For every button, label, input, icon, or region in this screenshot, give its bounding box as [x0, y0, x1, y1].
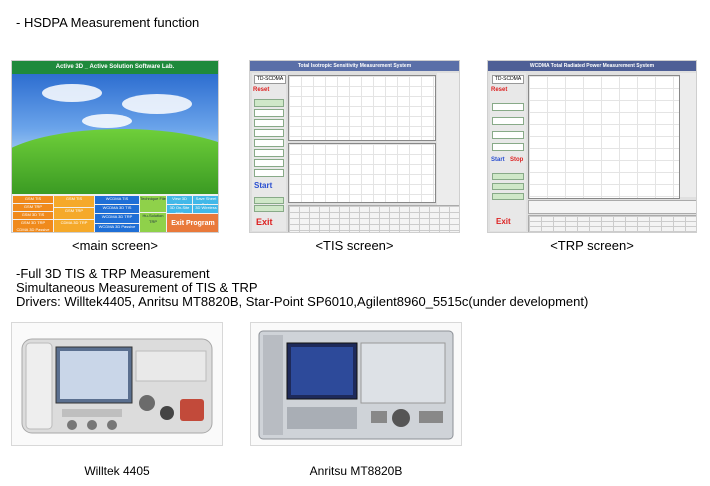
tis-start-button[interactable]: Start: [254, 181, 272, 190]
willtek-caption: Willtek 4405: [84, 464, 150, 478]
trp-right-strip: [680, 73, 696, 197]
trp-exit-button[interactable]: Exit: [496, 217, 511, 226]
main-screen-title-bar: Active 3D _ Active Solution Software Lab…: [12, 61, 218, 74]
gsm-tis-button[interactable]: GSM TIS: [13, 196, 53, 203]
gsm-trp-button[interactable]: GSM TRP: [13, 204, 53, 211]
wcdma-3d-passive-button[interactable]: WCDMA 3D Passive: [95, 224, 139, 232]
tis-window-title: Total Isotropic Sensitivity Measurement …: [250, 61, 459, 71]
trp-start-button[interactable]: Start: [491, 157, 505, 163]
view-3d-graph-button[interactable]: View 3D Graph: [167, 196, 192, 204]
feature-line-1: -Full 3D TIS & TRP Measurement: [16, 266, 210, 281]
tis-screen-thumbnail: Total Isotropic Sensitivity Measurement …: [249, 60, 460, 233]
trp-window-title: WCDMA Total Radiated Power Measurement S…: [488, 61, 696, 71]
trp-status-bar: [528, 200, 696, 214]
technique-file-button[interactable]: Technique File: [140, 196, 166, 212]
trp-left-panel: TD-SCDMA Reset Start Stop Exit: [490, 73, 526, 231]
willtek-4405-photo: [11, 322, 223, 446]
wcdma-tis-button[interactable]: WCDMA TIS: [95, 196, 139, 204]
tis-table-area: [288, 205, 459, 232]
anritsu-device-illustration: [258, 330, 454, 440]
cdma-3d-passive-button[interactable]: CDMA 3D Passive: [13, 227, 53, 232]
gsm-tis-2-button[interactable]: GSM TIS: [54, 196, 94, 207]
tis-mode-label: TD-SCDMA: [254, 75, 286, 84]
tis-graph-lower: [288, 143, 436, 203]
willtek-device-illustration: [21, 338, 213, 434]
trp-mode-label: TD-SCDMA: [492, 75, 524, 84]
tis-exit-button[interactable]: Exit: [256, 217, 273, 227]
trp-reset-button[interactable]: Reset: [491, 87, 507, 93]
tis-reset-button[interactable]: Reset: [253, 87, 269, 93]
save-sheet-data-button[interactable]: Save Sheet Data: [193, 196, 218, 204]
gsm-trp-2-button[interactable]: GSM TRP: [54, 208, 94, 219]
anritsu-mt8820b-photo: [250, 322, 462, 446]
wcdma-3d-trp-button[interactable]: WCDMA 3D TRP: [95, 214, 139, 223]
exit-program-button[interactable]: Exit Program: [167, 214, 218, 232]
trp-graph: [528, 75, 680, 199]
feature-line-2: Simultaneous Measurement of TIS & TRP: [16, 280, 258, 295]
tis-right-strip: [437, 73, 459, 207]
hu-solution-trp-button[interactable]: Hu-Solution TRP: [140, 213, 166, 232]
trp-table-area: [528, 215, 696, 232]
trp-screen-thumbnail: WCDMA Total Radiated Power Measurement S…: [487, 60, 697, 233]
feature-line-3: Drivers: Willtek4405, Anritsu MT8820B, S…: [16, 294, 589, 309]
tis-left-panel: TD-SCDMA Reset Start Exit: [252, 73, 286, 231]
gsm-3d-trp-button[interactable]: GSM 3D TRP: [13, 220, 53, 227]
3d-wireless-button[interactable]: 3D Wireless: [193, 205, 218, 213]
wcdma-3d-tis-button[interactable]: WCDMA 3D TIS: [95, 205, 139, 213]
main-screen-thumbnail: Active 3D _ Active Solution Software Lab…: [11, 60, 219, 233]
gsm-3d-tis-button[interactable]: GSM 3D TIS: [13, 212, 53, 219]
wallpaper: [12, 74, 218, 209]
on-site-trp-button[interactable]: 3D On-Site TRP: [167, 205, 192, 213]
trp-stop-button[interactable]: Stop: [510, 157, 523, 163]
main-screen-caption: <main screen>: [72, 238, 158, 253]
tis-screen-caption: <TIS screen>: [315, 238, 394, 253]
section-heading: - HSDPA Measurement function: [16, 15, 200, 30]
anritsu-caption: Anritsu MT8820B: [309, 464, 403, 478]
cdma-3d-trp-button[interactable]: CDMA 3D TRP: [54, 220, 94, 232]
trp-screen-caption: <TRP screen>: [550, 238, 634, 253]
tis-graph-upper: [288, 75, 436, 141]
